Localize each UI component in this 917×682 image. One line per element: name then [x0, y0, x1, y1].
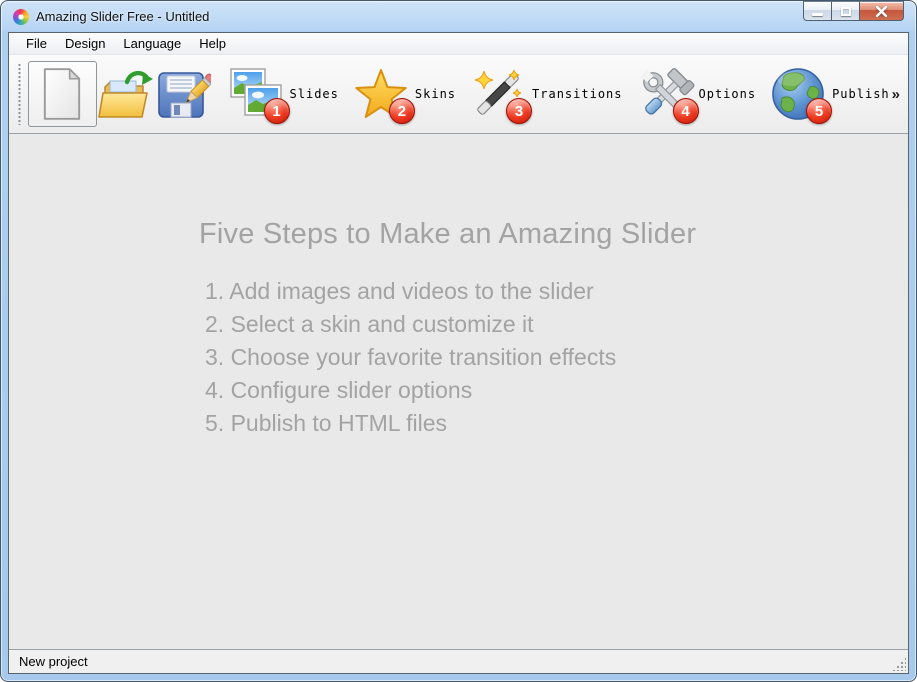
maximize-button[interactable]: [831, 1, 860, 21]
maximize-icon: [840, 6, 851, 16]
close-icon: [875, 5, 888, 17]
steps-list: 1. Add images and videos to the slider 2…: [199, 275, 888, 440]
save-project-button[interactable]: [155, 61, 213, 127]
skins-step-button[interactable]: 2 Skins: [354, 67, 457, 124]
photo-stack-icon: 1: [229, 67, 290, 124]
floppy-disk-pencil-icon: [158, 72, 212, 118]
window-controls: [803, 1, 904, 21]
blank-page-icon: [44, 68, 81, 120]
slides-label: Slides: [289, 87, 339, 101]
step-line-2: 2. Select a skin and customize it: [205, 311, 534, 337]
toolbar-grip-handle[interactable]: [18, 63, 21, 125]
wrench-hammer-icon: 4: [638, 67, 699, 124]
menu-file[interactable]: File: [17, 33, 56, 54]
toolbar-overflow-chevron-icon[interactable]: »: [890, 86, 902, 103]
toolbar: 1 Slides 2 Skins 3 Transitions 4 Options…: [9, 55, 908, 134]
publish-label: Publish: [832, 87, 890, 101]
step-badge-4: 4: [672, 98, 699, 124]
status-bar: New project: [9, 649, 908, 673]
options-step-button[interactable]: 4 Options: [638, 67, 757, 124]
open-project-button[interactable]: [97, 61, 155, 127]
options-label: Options: [698, 87, 757, 101]
slides-step-button[interactable]: 1 Slides: [229, 67, 339, 124]
title-bar[interactable]: Amazing Slider Free - Untitled: [1, 1, 916, 32]
globe-icon: 5: [771, 67, 833, 124]
page-title: Five Steps to Make an Amazing Slider: [199, 218, 697, 250]
star-icon: 2: [354, 67, 415, 124]
step-badge-1: 1: [263, 98, 290, 124]
status-text: New project: [19, 654, 88, 669]
step-line-5: 5. Publish to HTML files: [205, 410, 448, 436]
step-line-3: 3. Choose your favorite transition effec…: [205, 344, 617, 370]
step-badge-3: 3: [506, 98, 533, 124]
transitions-label: Transitions: [532, 87, 623, 101]
step-badge-2: 2: [388, 98, 415, 124]
menu-bar: File Design Language Help: [9, 33, 908, 55]
open-folder-arrow-icon: [98, 70, 154, 118]
menu-help[interactable]: Help: [190, 33, 235, 54]
transitions-step-button[interactable]: 3 Transitions: [471, 67, 623, 124]
app-pinwheel-icon[interactable]: [13, 8, 29, 25]
menu-language[interactable]: Language: [114, 33, 190, 54]
step-badge-5: 5: [806, 98, 833, 124]
window-title: Amazing Slider Free - Untitled: [36, 9, 210, 24]
publish-step-button[interactable]: 5 Publish: [771, 67, 890, 124]
skins-label: Skins: [414, 87, 457, 101]
minimize-button[interactable]: [803, 1, 832, 21]
minimize-icon: [812, 12, 823, 16]
resize-grip-handle[interactable]: [892, 657, 906, 671]
close-button[interactable]: [859, 1, 904, 21]
step-line-4: 4. Configure slider options: [205, 377, 473, 403]
app-window: Amazing Slider Free - Untitled File Desi…: [0, 0, 917, 682]
step-line-1: 1. Add images and videos to the slider: [205, 278, 594, 304]
client-area: File Design Language Help 1 Slides 2 Ski…: [8, 32, 909, 674]
main-content: Five Steps to Make an Amazing Slider 1. …: [9, 134, 908, 649]
menu-design[interactable]: Design: [56, 33, 114, 54]
new-project-button[interactable]: [27, 61, 97, 127]
magic-wand-icon: 3: [471, 67, 533, 124]
